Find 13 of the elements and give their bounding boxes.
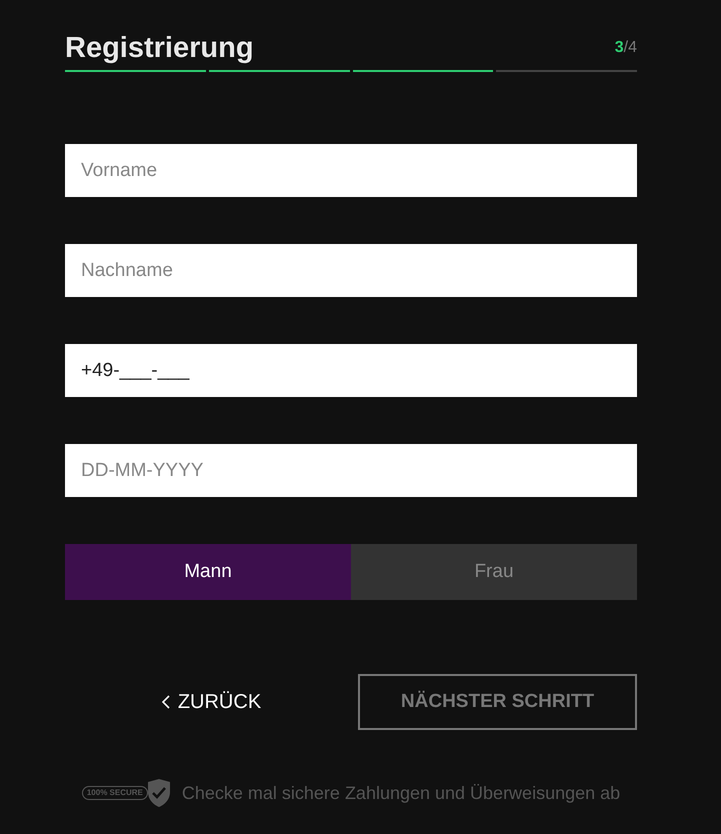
input-field[interactable]: Vorname	[65, 144, 637, 197]
current-step: 3	[614, 39, 624, 56]
input-field[interactable]: DD-MM-YYYY	[65, 444, 637, 497]
chevron-left-icon	[162, 695, 170, 709]
page-title: Registrierung	[65, 31, 254, 66]
gender-option[interactable]: Mann	[65, 544, 351, 600]
back-button[interactable]: ZURÜCK	[65, 674, 358, 730]
input-field[interactable]: +49-___-___	[65, 344, 637, 397]
gender-option[interactable]: Frau	[351, 544, 637, 600]
secure-badge: 100% SECURE	[82, 778, 172, 808]
input-field[interactable]: Nachname	[65, 244, 637, 297]
footer-text: Checke mal sichere Zahlungen und Überweisungen ab	[182, 782, 620, 805]
step-total: /4	[624, 39, 637, 56]
